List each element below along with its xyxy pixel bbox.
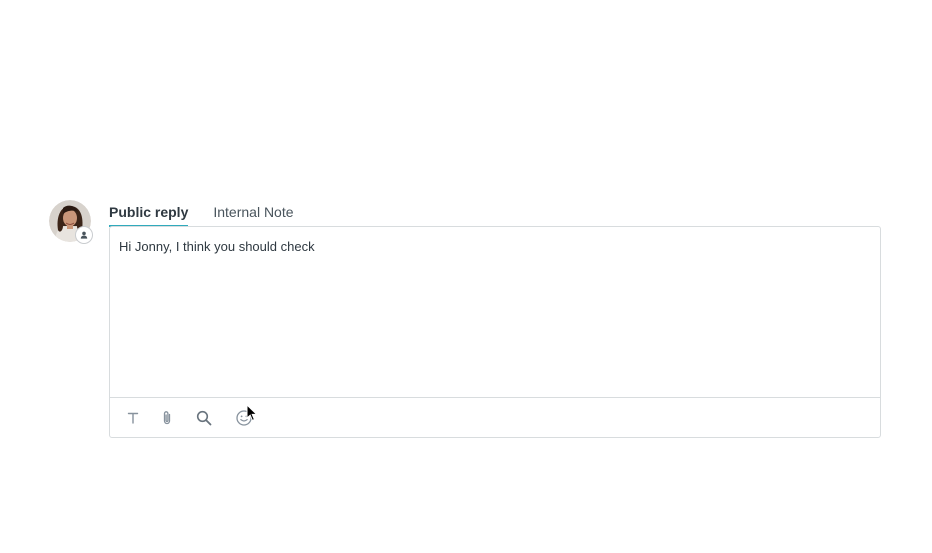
reply-text[interactable]: Hi Jonny, I think you should check bbox=[119, 239, 315, 254]
tab-internal-note[interactable]: Internal Note bbox=[213, 200, 293, 226]
search-icon[interactable] bbox=[194, 408, 214, 428]
tab-public-reply[interactable]: Public reply bbox=[109, 200, 189, 227]
emoji-icon[interactable] bbox=[234, 408, 254, 428]
attachment-icon[interactable] bbox=[157, 408, 177, 428]
reply-editor[interactable]: Hi Jonny, I think you should check bbox=[109, 226, 881, 438]
avatar bbox=[49, 200, 92, 243]
editor-toolbar bbox=[110, 397, 880, 438]
agent-badge-icon bbox=[76, 227, 92, 243]
reply-composer: Public reply Internal Note Hi Jonny, I t… bbox=[0, 0, 932, 553]
reply-type-tabs: Public reply Internal Note bbox=[109, 200, 294, 227]
text-format-icon[interactable] bbox=[123, 408, 143, 428]
